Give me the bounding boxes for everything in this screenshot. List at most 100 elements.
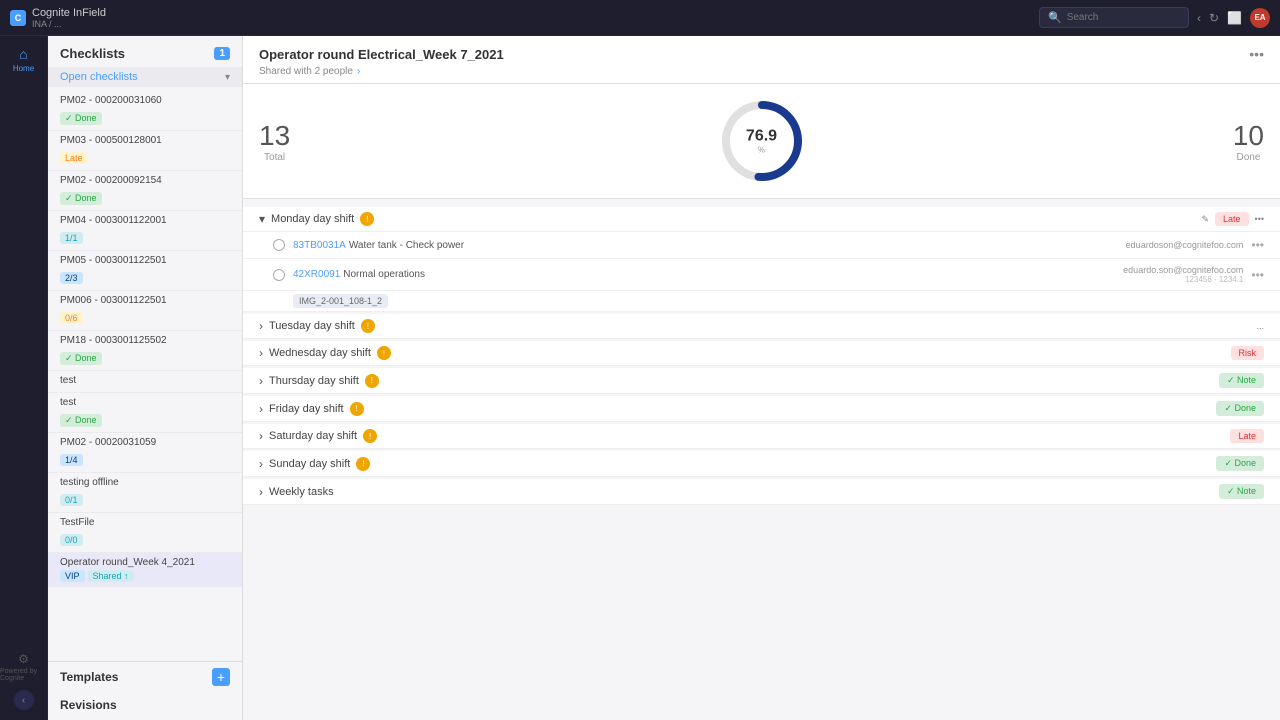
nav-home[interactable]: ⌂ Home <box>13 46 34 73</box>
sidebar-checklists-title: Checklists <box>60 46 125 61</box>
shift-name: Monday day shift <box>271 213 354 225</box>
list-item[interactable]: Operator round_Week 4_2021 VIP Shared ↑ <box>48 553 242 587</box>
shift-header-wednesday[interactable]: › Wednesday day shift ! Risk <box>243 341 1280 366</box>
list-item[interactable]: PM02 - 000200092154 ✓ Done <box>48 171 242 211</box>
checklist-item-name: PM02 - 000200092154 <box>60 175 230 186</box>
shift-actions: ✓ Note <box>1219 484 1264 499</box>
content-title-row: Operator round Electrical_Week 7_2021 ••… <box>259 46 1264 62</box>
shift-header-friday[interactable]: › Friday day shift ! ✓ Done <box>243 396 1280 422</box>
shift-status-dot: ! <box>356 457 370 471</box>
add-template-button[interactable]: + <box>212 668 230 686</box>
nav-home-label: Home <box>13 64 34 73</box>
list-item[interactable]: test <box>48 371 242 393</box>
shift-header-thursday[interactable]: › Thursday day shift ! ✓ Note <box>243 368 1280 394</box>
topbar-left: C Cognite InField INA / ... <box>10 7 106 29</box>
main-content: Operator round Electrical_Week 7_2021 ••… <box>243 36 1280 720</box>
shift-name: Saturday day shift <box>269 430 357 442</box>
checklist-tag: VIP <box>60 570 85 582</box>
shift-header-left: › Sunday day shift ! <box>259 457 370 471</box>
shift-group-thursday: › Thursday day shift ! ✓ Note <box>243 368 1280 394</box>
search-bar[interactable]: 🔍 Search <box>1039 7 1189 28</box>
checklist-content: ▾ Monday day shift ! ✎ Late ••• 83TB0031… <box>243 199 1280 720</box>
shift-late-button[interactable]: Late <box>1215 212 1249 226</box>
checklist-tag: ✓ Done <box>60 112 102 125</box>
task-more-icon[interactable]: ••• <box>1251 268 1264 282</box>
shift-name: Weekly tasks <box>269 486 334 498</box>
list-item[interactable]: PM18 - 0003001125502 ✓ Done <box>48 331 242 371</box>
shift-header-sunday[interactable]: › Sunday day shift ! ✓ Done <box>243 451 1280 477</box>
shift-group-tuesday: › Tuesday day shift ! ... <box>243 314 1280 339</box>
checklist-tag: ✓ Done <box>60 414 102 427</box>
user-avatar[interactable]: EA <box>1250 8 1270 28</box>
shift-group-monday: ▾ Monday day shift ! ✎ Late ••• 83TB0031… <box>243 207 1280 312</box>
progress-donut: 76.9 % <box>717 96 807 186</box>
shift-group-saturday: › Saturday day shift ! Late <box>243 424 1280 449</box>
task-radio[interactable] <box>273 269 285 281</box>
list-item[interactable]: PM04 - 0003001122001 1/1 <box>48 211 242 251</box>
shift-more-icon[interactable]: ... <box>1256 321 1264 331</box>
page-title: Operator round Electrical_Week 7_2021 <box>259 47 504 62</box>
total-label: Total <box>264 152 285 163</box>
shift-done-button[interactable]: ✓ Done <box>1216 456 1264 471</box>
shift-late-button[interactable]: Late <box>1230 429 1264 443</box>
shared-arrow-icon[interactable]: › <box>357 66 360 77</box>
task-radio[interactable] <box>273 239 285 251</box>
refresh-icon[interactable]: ↻ <box>1209 11 1219 25</box>
done-number: 10 <box>1233 120 1264 152</box>
open-checklists-section[interactable]: Open checklists ▾ <box>48 67 242 87</box>
task-id: 83TB0031A <box>293 240 346 251</box>
total-number: 13 <box>259 120 290 152</box>
list-item[interactable]: test ✓ Done <box>48 393 242 433</box>
checklist-tag: ✓ Done <box>60 192 102 205</box>
list-item[interactable]: TestFile 0/0 <box>48 513 242 553</box>
window-icon[interactable]: ⬜ <box>1227 11 1242 25</box>
donut-percent: 76.9 <box>746 128 777 146</box>
app-logo-char: C <box>15 13 22 23</box>
shift-group-wednesday: › Wednesday day shift ! Risk <box>243 341 1280 366</box>
shift-header-saturday[interactable]: › Saturday day shift ! Late <box>243 424 1280 449</box>
shift-expand-icon: › <box>259 319 263 333</box>
shift-group-weekly: › Weekly tasks ✓ Note <box>243 479 1280 505</box>
shift-note-button[interactable]: ✓ Note <box>1219 484 1264 499</box>
shift-done-button[interactable]: ✓ Done <box>1216 401 1264 416</box>
checklist-item-name: TestFile <box>60 517 230 528</box>
shift-expand-icon: › <box>259 374 263 388</box>
shift-name: Friday day shift <box>269 403 344 415</box>
templates-row: Templates + <box>60 668 230 686</box>
shift-header-left: ▾ Monday day shift ! <box>259 212 374 226</box>
list-item[interactable]: testing offline 0/1 <box>48 473 242 513</box>
shift-name: Wednesday day shift <box>269 347 371 359</box>
shift-header-weekly[interactable]: › Weekly tasks ✓ Note <box>243 479 1280 505</box>
task-more-icon[interactable]: ••• <box>1251 238 1264 252</box>
shift-note-button[interactable]: ✓ Note <box>1219 373 1264 388</box>
shift-risk-button[interactable]: Risk <box>1231 346 1265 360</box>
stats-row: 13 Total 76.9 % 10 Done <box>243 84 1280 199</box>
checklist-tag: 1/4 <box>60 454 83 466</box>
shift-expand-icon: ▾ <box>259 212 265 226</box>
list-item[interactable]: PM02 - 000200031060 ✓ Done <box>48 91 242 131</box>
back-icon[interactable]: ‹ <box>1197 11 1201 25</box>
sub-chip: IMG_2-001_108-1_2 <box>293 294 388 308</box>
shift-actions: ✎ Late ••• <box>1201 212 1264 226</box>
app-logo: C <box>10 10 26 26</box>
list-item[interactable]: PM05 - 0003001122501 2/3 <box>48 251 242 291</box>
shift-header-monday[interactable]: ▾ Monday day shift ! ✎ Late ••• <box>243 207 1280 232</box>
shift-header-left: › Wednesday day shift ! <box>259 346 391 360</box>
more-options-icon[interactable]: ••• <box>1249 46 1264 62</box>
shift-more-icon[interactable]: ••• <box>1255 214 1264 224</box>
checklist-item-name: PM04 - 0003001122001 <box>60 215 230 226</box>
checklist-item-name: PM05 - 0003001122501 <box>60 255 230 266</box>
task-id: 42XR0091 <box>293 269 340 280</box>
cognite-icon: ⚙ <box>18 652 29 666</box>
shift-actions: ✓ Note <box>1219 373 1264 388</box>
task-assignee: eduardo.son@cognitefoo.com 123456 - 1234… <box>1123 265 1243 284</box>
list-item[interactable]: PM02 - 00020031059 1/4 <box>48 433 242 473</box>
list-item[interactable]: PM006 - 003001122501 0/6 <box>48 291 242 331</box>
checklist-item-name: PM006 - 003001122501 <box>60 295 230 306</box>
collapse-sidebar-button[interactable]: ‹ <box>14 690 34 710</box>
shift-header-tuesday[interactable]: › Tuesday day shift ! ... <box>243 314 1280 339</box>
list-item[interactable]: PM03 - 000500128001 Late <box>48 131 242 171</box>
edit-icon: ✎ <box>1201 214 1209 225</box>
shared-text: Shared with 2 people <box>259 66 353 77</box>
checklist-item-name: test <box>60 375 230 386</box>
